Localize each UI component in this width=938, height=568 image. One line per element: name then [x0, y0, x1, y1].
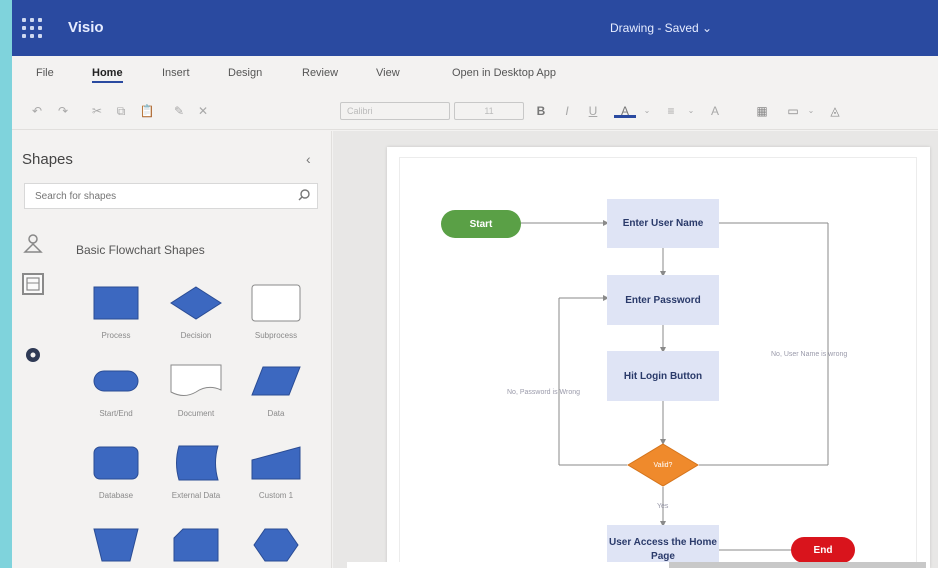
edge-label-no-password: No, Password is Wrong: [507, 389, 581, 396]
stencil-label: Decision: [180, 331, 212, 340]
gear-icon[interactable]: [24, 346, 42, 369]
chevron-down-icon[interactable]: ⌄: [642, 104, 652, 118]
drawing-canvas[interactable]: Start Enter User Name Enter Password Hit…: [333, 131, 938, 568]
stencil-label: Process: [101, 331, 131, 340]
stencil-label: Subprocess: [254, 331, 298, 340]
font-size-select[interactable]: 11: [454, 102, 524, 120]
tab-insert[interactable]: Insert: [162, 67, 190, 79]
edge-label-no-user-name: No, User Name is wrong: [771, 351, 848, 358]
shapes-panel-title: Shapes: [22, 151, 73, 168]
shapes-panel: Shapes ‹ Basic Flowchart Shapes Process …: [12, 131, 332, 568]
shape-search-input[interactable]: [25, 184, 275, 208]
stencil-start-end[interactable]: Start/End: [84, 359, 148, 431]
cut-icon[interactable]: ✂: [90, 104, 104, 118]
font-family-select[interactable]: Calibri: [340, 102, 450, 120]
stencil-custom-1[interactable]: Custom 1: [244, 441, 308, 513]
tab-review[interactable]: Review: [302, 67, 338, 79]
stencil-stored-data[interactable]: [164, 523, 228, 568]
decision-shape-icon: [164, 281, 228, 325]
delete-icon[interactable]: ✕: [196, 104, 210, 118]
data-shape-icon: [244, 359, 308, 403]
format-painter-icon[interactable]: ✎: [172, 104, 186, 118]
copy-icon[interactable]: ⧉: [114, 104, 128, 118]
app-launcher-icon[interactable]: [22, 18, 42, 38]
external-data-shape-icon: [164, 441, 228, 485]
stencil-hexagon[interactable]: [244, 523, 308, 568]
ribbon-toolbar: ↶ ↷ ✂ ⧉ 📋 ✎ ✕ Calibri 11 B I U A ⌄ ≡ ⌄ A…: [12, 92, 938, 130]
font-color-icon[interactable]: A: [614, 104, 636, 118]
paste-icon[interactable]: 📋: [138, 104, 156, 118]
hexagon-shape-icon: [244, 523, 308, 567]
chevron-down-icon[interactable]: ⌄: [686, 104, 696, 118]
position-icon[interactable]: ▦: [752, 104, 772, 118]
chevron-down-icon[interactable]: ⌄: [806, 104, 816, 118]
stencil-label: Document: [177, 409, 215, 418]
pinned-stencils-icon[interactable]: [22, 233, 44, 260]
ribbon-tabs: File Home Insert Design Review View Open…: [12, 56, 938, 92]
decision-label: Valid?: [653, 461, 673, 469]
stencil-process[interactable]: Process: [84, 281, 148, 353]
stored-data-shape-icon: [164, 523, 228, 567]
tab-file[interactable]: File: [36, 67, 54, 79]
stencil-subprocess[interactable]: Subprocess: [244, 281, 308, 353]
process-shape-icon: [84, 281, 148, 325]
tab-design[interactable]: Design: [228, 67, 262, 79]
horizontal-scrollbar-thumb[interactable]: [669, 562, 926, 568]
bold-icon[interactable]: B: [534, 104, 548, 118]
stencil-trapezoid[interactable]: [84, 523, 148, 568]
subprocess-shape-icon: [244, 281, 308, 325]
stencil-label: External Data: [171, 491, 221, 500]
trapezoid-shape-icon: [84, 523, 148, 567]
redo-icon[interactable]: ↷: [56, 104, 70, 118]
visio-app-window: Visio Drawing - Saved ⌄ File Home Insert…: [12, 0, 938, 568]
tab-view[interactable]: View: [376, 67, 400, 79]
stencil-data[interactable]: Data: [244, 359, 308, 431]
shape-style-icon[interactable]: ▭: [782, 104, 804, 118]
stencil-label: Data: [267, 409, 285, 418]
drawing-page[interactable]: Start Enter User Name Enter Password Hit…: [387, 147, 930, 568]
edge-label-yes: Yes: [657, 503, 669, 510]
search-icon[interactable]: [297, 188, 311, 207]
tab-home[interactable]: Home: [92, 67, 123, 83]
decision-node[interactable]: Valid?: [627, 443, 699, 487]
app-name[interactable]: Visio: [68, 19, 104, 36]
end-node[interactable]: End: [791, 537, 855, 563]
document-shape-icon: [164, 359, 228, 403]
start-node[interactable]: Start: [441, 210, 521, 238]
text-size-icon[interactable]: A: [706, 104, 724, 118]
italic-icon[interactable]: I: [560, 104, 574, 118]
undo-icon[interactable]: ↶: [30, 104, 44, 118]
document-title[interactable]: Drawing - Saved ⌄: [610, 21, 712, 35]
collapse-panel-icon[interactable]: ‹: [306, 151, 311, 167]
database-shape-icon: [84, 441, 148, 485]
stencil-shapes-icon[interactable]: [22, 273, 44, 295]
stencil-decision[interactable]: Decision: [164, 281, 228, 353]
enter-user-name-node[interactable]: Enter User Name: [607, 199, 719, 248]
stencil-database[interactable]: Database: [84, 441, 148, 513]
stencil-label: Start/End: [99, 409, 133, 418]
align-icon[interactable]: ≡: [662, 104, 680, 118]
start-end-shape-icon: [84, 359, 148, 403]
stencil-external-data[interactable]: External Data: [164, 441, 228, 513]
stencil-label: Custom 1: [258, 491, 294, 500]
hit-login-button-node[interactable]: Hit Login Button: [607, 351, 719, 401]
open-in-desktop-app-link[interactable]: Open in Desktop App: [452, 67, 556, 79]
enter-password-node[interactable]: Enter Password: [607, 275, 719, 325]
shape-search-box: [24, 183, 318, 209]
fill-icon[interactable]: ◬: [826, 104, 844, 118]
stencil-title: Basic Flowchart Shapes: [76, 243, 205, 257]
title-bar: Visio Drawing - Saved ⌄: [12, 0, 938, 56]
underline-icon[interactable]: U: [586, 104, 600, 118]
stencil-label: Database: [98, 491, 134, 500]
stencil-document[interactable]: Document: [164, 359, 228, 431]
custom-1-shape-icon: [244, 441, 308, 485]
